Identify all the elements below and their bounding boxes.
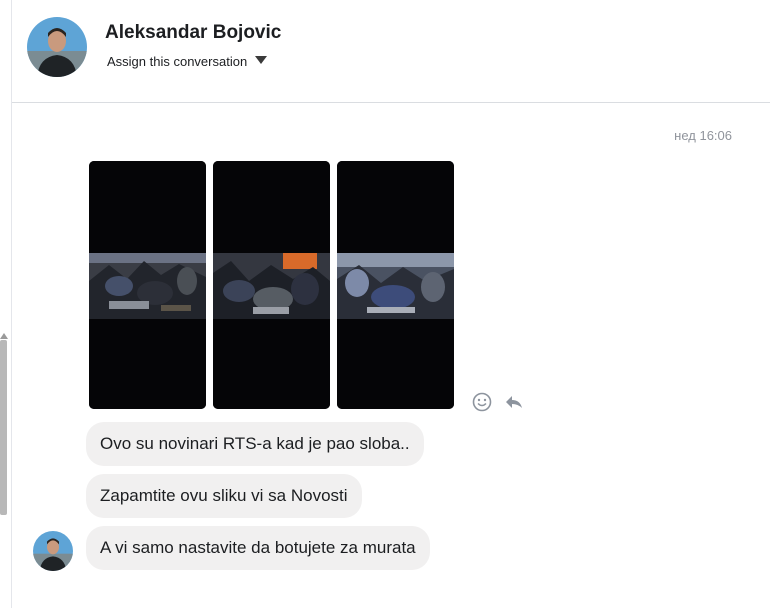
photo-thumbnail-icon [337,161,454,409]
message-bubble[interactable]: A vi samo nastavite da botujete za murat… [86,526,430,570]
message-bubble[interactable]: Ovo su novinari RTS-a kad je pao sloba.. [86,422,424,466]
reply-icon[interactable] [504,392,524,412]
assign-conversation-dropdown[interactable]: Assign this conversation [107,54,268,69]
photo-thumbnail-icon [213,161,330,409]
photo-thumbnail-icon [89,161,206,409]
shared-photo-2[interactable] [213,161,330,409]
scrollbar-thumb[interactable] [0,340,7,515]
contact-name[interactable]: Aleksandar Bojovic [105,22,281,44]
message-timestamp: нед 16:06 [674,128,732,143]
message-bubble[interactable]: Zapamtite ovu sliku vi sa Novosti [86,474,362,518]
shared-photo-1[interactable] [89,161,206,409]
scroll-up-arrow-icon[interactable] [0,333,8,339]
sender-avatar[interactable] [33,531,73,571]
assign-label: Assign this conversation [107,54,248,69]
shared-photo-3[interactable] [337,161,454,409]
emoji-reaction-icon[interactable] [472,392,492,412]
profile-photo-icon [27,17,87,77]
conversation-header: Aleksandar Bojovic Assign this conversat… [12,0,770,103]
profile-photo-icon [33,531,73,571]
caret-down-icon [255,56,268,64]
contact-avatar[interactable] [27,17,87,77]
message-actions [472,392,524,412]
